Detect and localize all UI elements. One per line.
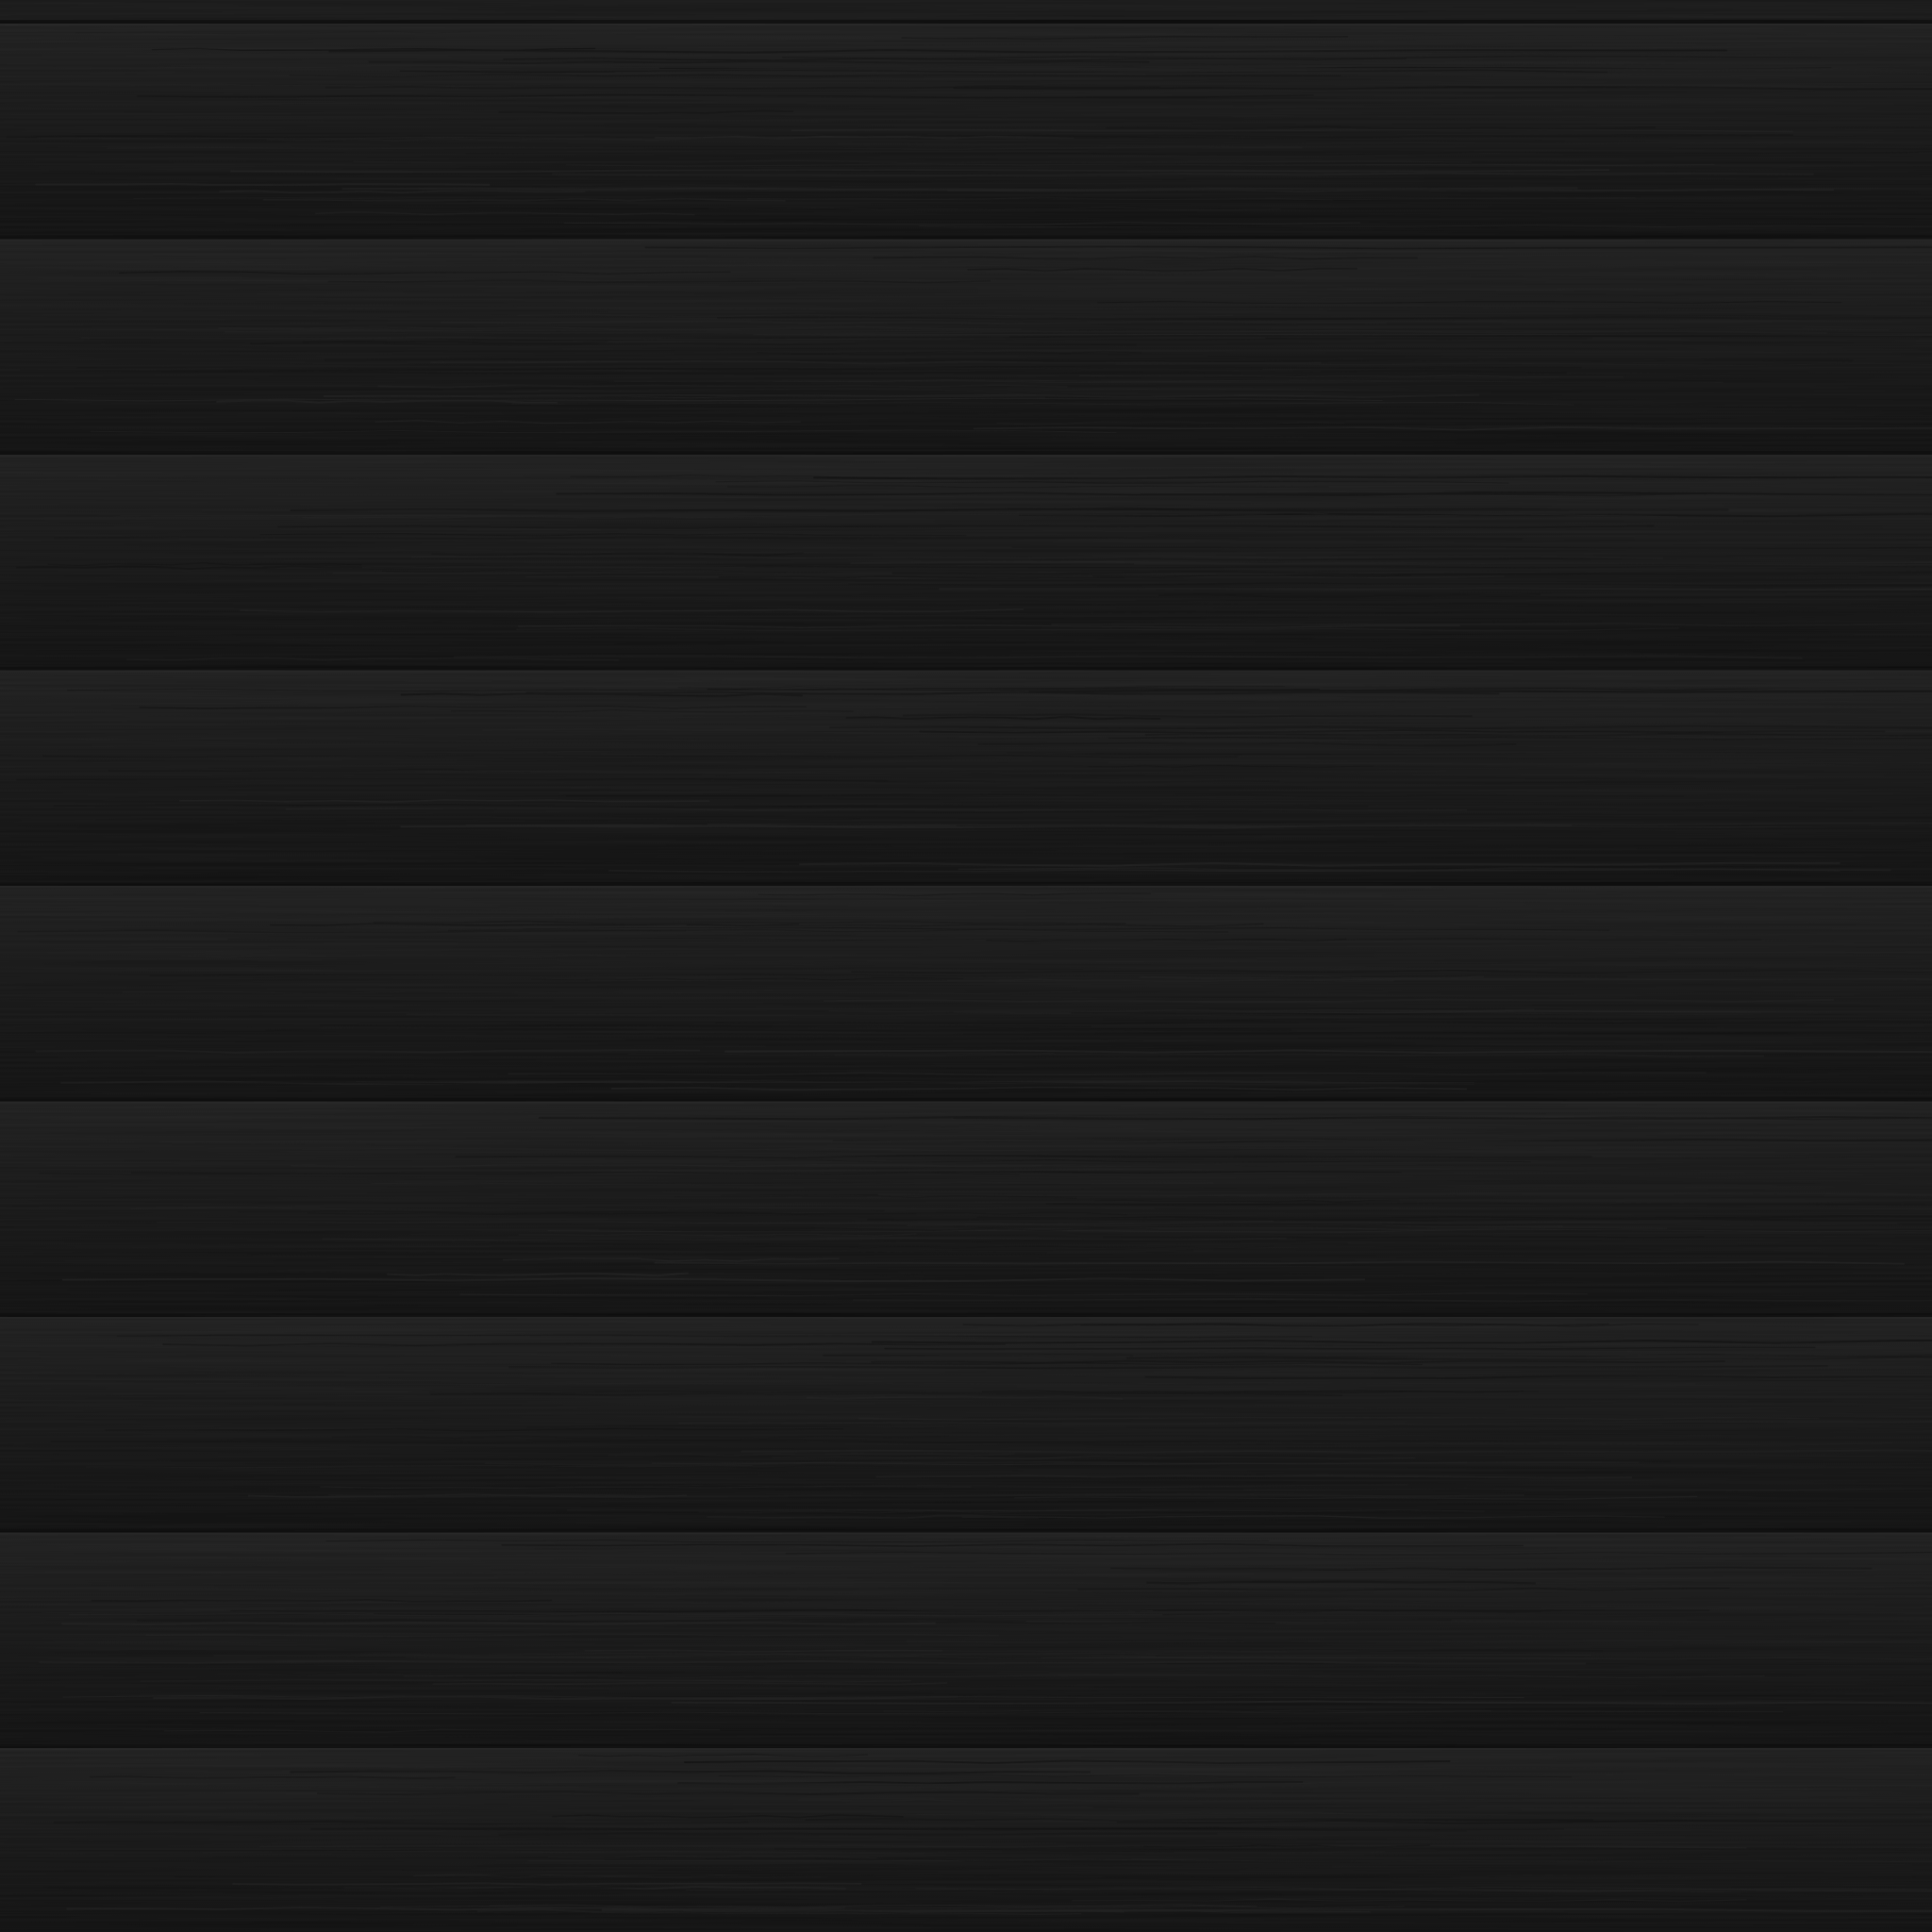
wood-siding-texture — [0, 0, 1932, 1932]
grain-overlay — [0, 0, 1932, 1932]
wood-siding-scene — [0, 0, 1932, 1932]
